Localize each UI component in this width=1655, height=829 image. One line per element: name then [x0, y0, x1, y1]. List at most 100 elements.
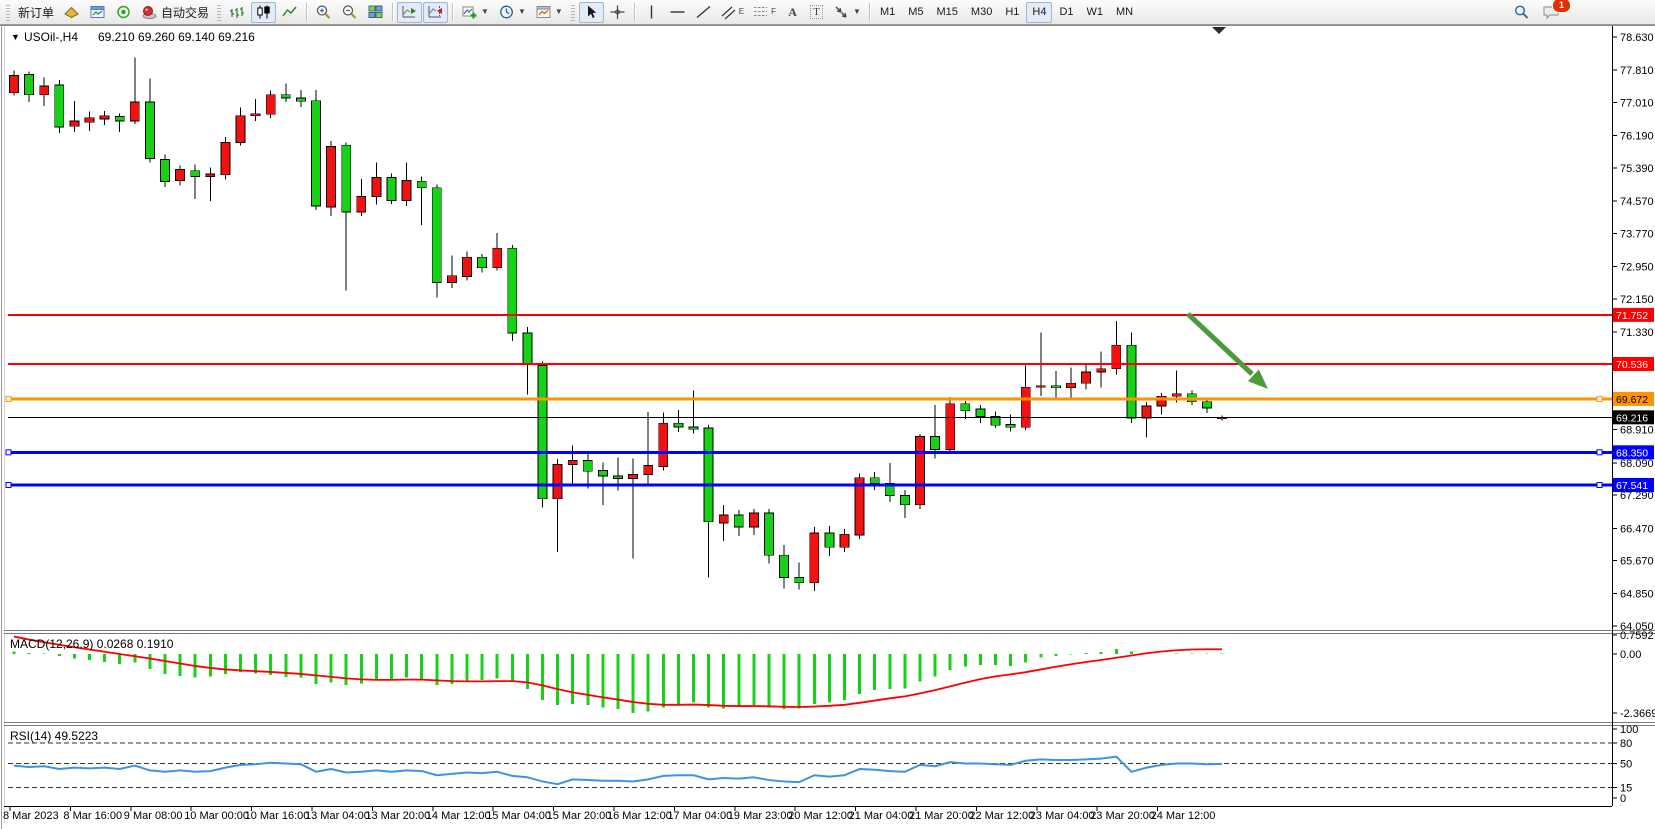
macd-tick-label: 0.00: [1620, 649, 1641, 661]
price-chart-canvas[interactable]: 71.75270.53669.67269.21668.35067.541 0.7…: [0, 0, 1655, 829]
candle-body: [644, 466, 653, 475]
candle-body: [402, 180, 411, 200]
candle-body: [840, 534, 849, 547]
time-tick-label: 22 Mar 12:00: [969, 810, 1034, 822]
candle-body: [40, 86, 49, 95]
candle: [1127, 332, 1136, 422]
candle-body: [266, 95, 275, 114]
price-tag-label: 71.752: [1616, 310, 1648, 322]
candle-body: [70, 121, 79, 126]
price-tick-label: 66.470: [1620, 523, 1654, 535]
candle-body: [825, 533, 834, 547]
candle: [266, 91, 275, 118]
candle-body: [478, 257, 487, 268]
time-tick-label: 9 Mar 08:00: [124, 810, 183, 822]
candle: [221, 137, 230, 179]
candle-body: [432, 188, 441, 283]
macd-tick-label: -2.3669: [1620, 708, 1655, 720]
candle-body: [961, 404, 970, 411]
candle-body: [976, 409, 985, 416]
candle: [810, 527, 819, 591]
line-handle: [1597, 450, 1602, 455]
candle-body: [780, 555, 789, 577]
time-tick-label: 23 Mar 20:00: [1090, 810, 1155, 822]
price-tick-label: 68.910: [1620, 425, 1654, 437]
time-tick-label: 19 Mar 23:00: [728, 810, 793, 822]
price-tag-label: 69.672: [1616, 394, 1648, 406]
time-tick-label: 10 Mar 00:00: [184, 810, 249, 822]
candle-body: [387, 178, 396, 201]
time-tick-label: 24 Mar 12:00: [1151, 810, 1216, 822]
candle-body: [221, 142, 230, 174]
price-tick-label: 67.290: [1620, 490, 1654, 502]
time-tick-label: 21 Mar 04:00: [849, 810, 914, 822]
time-tick-label: 21 Mar 20:00: [909, 810, 974, 822]
candle-body: [508, 248, 517, 333]
candle: [55, 80, 64, 133]
candle: [387, 174, 396, 204]
candle-body: [327, 146, 336, 207]
time-tick-label: 13 Mar 20:00: [365, 810, 430, 822]
candle-body: [312, 101, 321, 206]
candle: [327, 141, 336, 216]
price-tick-label: 75.390: [1620, 163, 1654, 175]
candle-body: [372, 178, 381, 197]
candle-body: [357, 197, 366, 212]
candle-body: [870, 478, 879, 484]
candle-body: [538, 365, 547, 498]
candle-body: [206, 174, 215, 176]
time-tick-label: 13 Mar 04:00: [305, 810, 370, 822]
candle-body: [176, 170, 185, 181]
candle-body: [447, 276, 456, 283]
candle-body: [115, 117, 124, 121]
candle: [765, 509, 774, 564]
price-tag-label: 69.216: [1616, 412, 1648, 424]
candle-body: [236, 116, 245, 143]
candle-body: [100, 116, 109, 119]
candle-body: [161, 159, 170, 181]
candle-body: [1142, 406, 1151, 418]
candle-body: [251, 114, 260, 116]
time-tick-label: 20 Mar 12:00: [788, 810, 853, 822]
candle-body: [281, 95, 290, 98]
time-tick-label: 8 Mar 2023: [3, 810, 59, 822]
candle-body: [765, 513, 774, 555]
candle-body: [931, 437, 940, 450]
price-tick-label: 71.330: [1620, 327, 1654, 339]
candle-body: [296, 98, 305, 101]
candle-body: [1127, 345, 1136, 418]
candle-body: [629, 475, 638, 479]
candle-body: [55, 85, 64, 127]
candle-body: [719, 515, 728, 523]
candle-body: [598, 470, 607, 476]
time-tick-label: 16 Mar 12:00: [607, 810, 672, 822]
chart-title-symbol: USOil-,H4: [24, 30, 78, 44]
candle: [946, 397, 955, 452]
price-tick-label: 65.670: [1620, 556, 1654, 568]
candle-body: [463, 257, 472, 276]
candle-body: [10, 75, 19, 92]
time-tick-label: 14 Mar 12:00: [426, 810, 491, 822]
rsi-tick-label: 100: [1620, 724, 1638, 736]
price-tick-label: 74.570: [1620, 196, 1654, 208]
rsi-tick-label: 80: [1620, 738, 1632, 750]
time-tick-label: 8 Mar 16:00: [63, 810, 122, 822]
candle-body: [1112, 345, 1121, 368]
candle-body: [614, 476, 623, 478]
candle-body: [734, 515, 743, 527]
oneclick-collapse-icon[interactable]: ▼: [11, 32, 20, 42]
candle-body: [810, 533, 819, 583]
candle-body: [749, 513, 758, 527]
price-tick-label: 77.010: [1620, 97, 1654, 109]
rsi-label: RSI(14) 49.5223: [10, 729, 98, 743]
candle: [432, 184, 441, 297]
time-tick-label: 15 Mar 04:00: [486, 810, 551, 822]
candle-body: [342, 145, 351, 212]
candle-body: [674, 423, 683, 427]
time-tick-label: 23 Mar 04:00: [1030, 810, 1095, 822]
candle-body: [1021, 387, 1030, 427]
time-tick-label: 17 Mar 04:00: [667, 810, 732, 822]
line-handle: [6, 396, 11, 401]
chart-frame: [0, 25, 1655, 829]
candle-body: [583, 460, 592, 471]
